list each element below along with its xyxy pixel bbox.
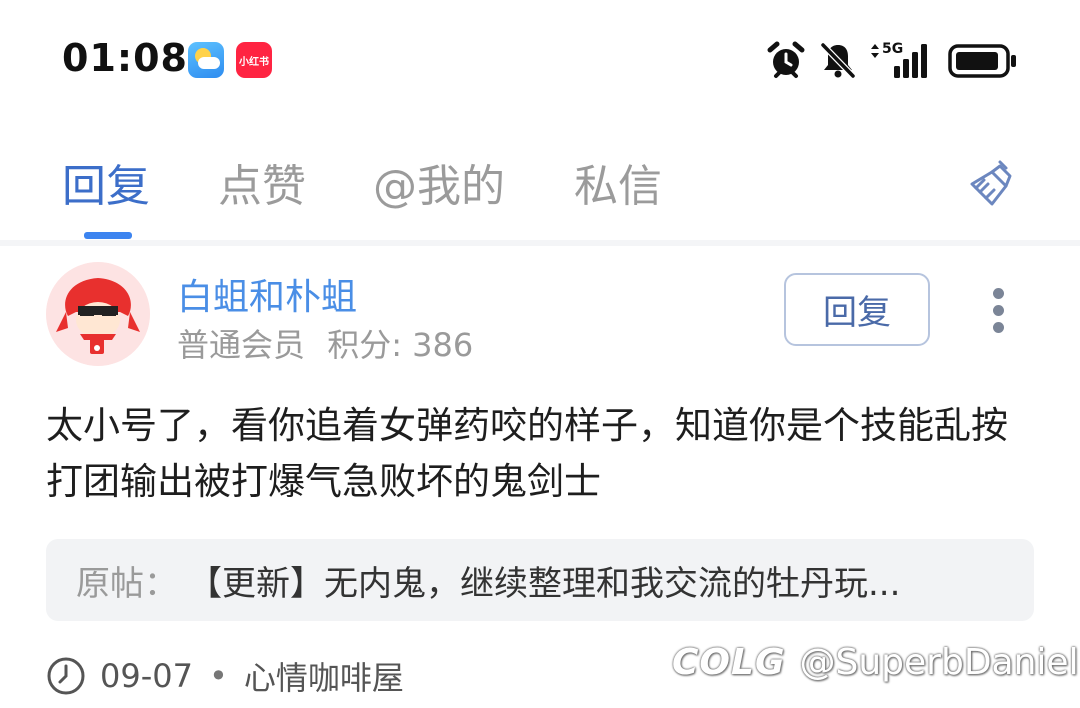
forum-name[interactable]: 心情咖啡屋: [244, 653, 404, 699]
original-post-link[interactable]: 原帖： 【更新】无内鬼，继续整理和我交流的牡丹玩...: [46, 539, 1034, 621]
origin-title: 【更新】无内鬼，继续整理和我交流的牡丹玩...: [188, 563, 901, 604]
battery-icon: [948, 44, 1016, 78]
member-level: 普通会员: [177, 326, 306, 364]
watermark-handle: @SuperbDaniel: [799, 642, 1079, 683]
weather-app-icon: [188, 42, 224, 78]
xiaohongshu-app-icon: 小红书: [236, 42, 272, 78]
avatar-image: [46, 262, 150, 366]
points: 积分: 386: [327, 326, 474, 364]
avatar[interactable]: [46, 262, 150, 366]
clock-icon: [47, 657, 85, 695]
more-options-icon[interactable]: [988, 288, 1008, 334]
status-bar: 01:08 小红书 5G: [0, 0, 1080, 120]
reply-button[interactable]: 回复: [784, 273, 930, 346]
watermark: COLG @SuperbDaniel: [672, 642, 1079, 683]
origin-label: 原帖：: [76, 563, 178, 604]
divider: [0, 240, 1080, 246]
signal-icon: 5G: [871, 41, 927, 78]
alarm-icon: [767, 41, 805, 78]
reply-content[interactable]: 太小号了，看你追着女弹药咬的样子，知道你是个技能乱按打团输出被打爆气急败坏的鬼剑…: [46, 398, 1036, 510]
tab-bar: 回复 点赞 @我的 私信: [0, 140, 1080, 240]
active-tab-indicator: [84, 232, 132, 239]
tab-mentions[interactable]: @我的: [373, 150, 505, 214]
post-date: 09-07: [100, 657, 193, 695]
post-footer: 09-07 • 心情咖啡屋: [46, 650, 404, 702]
tab-messages[interactable]: 私信: [574, 150, 662, 214]
user-meta: 普通会员 积分: 386: [177, 320, 473, 366]
colg-logo: COLG: [672, 642, 786, 683]
mute-icon: [820, 42, 856, 79]
broom-clean-icon[interactable]: [962, 156, 1022, 216]
svg-text:5G: 5G: [882, 41, 903, 57]
status-time: 01:08: [62, 36, 188, 80]
username[interactable]: 白蛆和朴蛆: [177, 268, 357, 320]
separator-dot: •: [208, 657, 228, 695]
tab-reply[interactable]: 回复: [62, 150, 150, 214]
tab-likes[interactable]: 点赞: [218, 150, 306, 214]
